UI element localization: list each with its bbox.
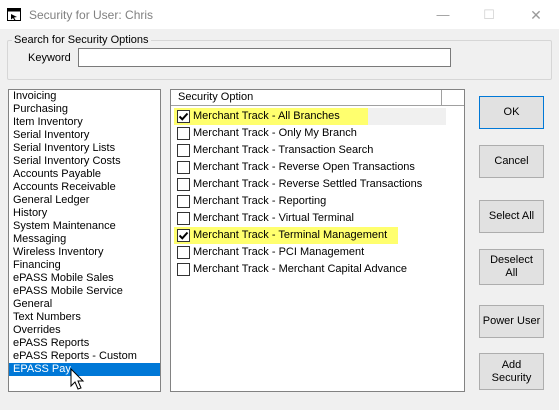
category-item[interactable]: Accounts Receivable xyxy=(9,181,160,194)
cancel-button[interactable]: Cancel xyxy=(479,145,544,178)
category-item[interactable]: Wireless Inventory xyxy=(9,246,160,259)
ok-button-label: OK xyxy=(503,106,520,118)
power-user-button-label: Power User xyxy=(482,315,541,327)
option-checkbox[interactable] xyxy=(177,110,190,123)
add-security-label-line2: Security xyxy=(491,371,532,384)
option-label: Merchant Track - Only My Branch xyxy=(193,127,357,139)
mouse-cursor-icon xyxy=(70,368,85,390)
option-checkbox[interactable] xyxy=(177,161,190,174)
option-checkbox[interactable] xyxy=(177,263,190,276)
category-item[interactable]: Serial Inventory Costs xyxy=(9,155,160,168)
checkmark-icon xyxy=(178,112,189,121)
option-label: Merchant Track - Reporting xyxy=(193,195,327,207)
security-option-row[interactable]: Merchant Track - Reverse Open Transactio… xyxy=(171,159,464,176)
option-label: Merchant Track - Reverse Open Transactio… xyxy=(193,161,415,173)
deselect-all-label-line1: Deselect xyxy=(490,254,533,266)
add-security-label-line1: Add xyxy=(501,358,522,371)
security-option-row[interactable]: Merchant Track - Reporting xyxy=(171,193,464,210)
category-item[interactable]: Overrides xyxy=(9,324,160,337)
deselect-all-label-line2: All xyxy=(505,267,518,279)
category-item[interactable]: Financing xyxy=(9,259,160,272)
category-item[interactable]: ePASS Mobile Service xyxy=(9,285,160,298)
category-list[interactable]: Invoicing Purchasing Item Inventory Serial … xyxy=(8,89,161,392)
security-option-row[interactable]: Merchant Track - All Branches xyxy=(171,108,464,125)
option-label: Merchant Track - Virtual Terminal xyxy=(193,212,354,224)
app-icon xyxy=(7,8,21,21)
extra-column-header[interactable] xyxy=(443,90,464,105)
category-item[interactable]: Item Inventory xyxy=(9,116,160,129)
security-option-row[interactable]: Merchant Track - Terminal Management xyxy=(171,227,464,244)
power-user-button[interactable]: Power User xyxy=(479,305,544,338)
category-item[interactable]: ePASS Reports xyxy=(9,337,160,350)
select-all-button[interactable]: Select All xyxy=(479,200,544,233)
security-option-list[interactable]: Security Option Merchant Track - All Bra… xyxy=(170,89,465,392)
option-label: Merchant Track - Reverse Settled Transac… xyxy=(193,178,423,190)
option-checkbox[interactable] xyxy=(177,195,190,208)
select-all-button-label: Select All xyxy=(488,210,535,222)
add-security-button[interactable]: Add Security xyxy=(479,353,544,390)
option-list-header: Security Option xyxy=(171,90,464,106)
option-label: Merchant Track - All Branches xyxy=(193,110,340,122)
option-label: Merchant Track - Transaction Search xyxy=(193,144,374,156)
option-checkbox[interactable] xyxy=(177,212,190,225)
category-item[interactable]: Text Numbers xyxy=(9,311,160,324)
category-item[interactable]: General xyxy=(9,298,160,311)
keyword-label: Keyword xyxy=(28,52,71,64)
category-item[interactable]: Invoicing xyxy=(9,90,160,103)
deselect-all-button[interactable]: Deselect All xyxy=(479,249,544,285)
category-item[interactable]: Serial Inventory Lists xyxy=(9,142,160,155)
option-checkbox[interactable] xyxy=(177,178,190,191)
security-option-row[interactable]: Merchant Track - Merchant Capital Advanc… xyxy=(171,261,464,278)
maximize-button[interactable]: ☐ xyxy=(466,0,512,30)
security-option-row[interactable]: Merchant Track - Reverse Settled Transac… xyxy=(171,176,464,193)
category-item[interactable]: Messaging xyxy=(9,233,160,246)
category-item[interactable]: General Ledger xyxy=(9,194,160,207)
checkmark-icon xyxy=(178,231,189,240)
option-label: Merchant Track - Terminal Management xyxy=(193,229,388,241)
category-item[interactable]: History xyxy=(9,207,160,220)
category-item[interactable]: ePASS Mobile Sales xyxy=(9,272,160,285)
window-title: Security for User: Chris xyxy=(29,8,154,22)
search-group-label: Search for Security Options xyxy=(14,34,149,46)
security-option-row[interactable]: Merchant Track - Only My Branch xyxy=(171,125,464,142)
option-checkbox[interactable] xyxy=(177,229,190,242)
ok-button[interactable]: OK xyxy=(479,96,544,129)
category-item[interactable]: System Maintenance xyxy=(9,220,160,233)
minimize-button[interactable]: — xyxy=(420,0,466,30)
category-item[interactable]: Serial Inventory xyxy=(9,129,160,142)
cancel-button-label: Cancel xyxy=(494,155,529,167)
close-button[interactable]: ✕ xyxy=(513,0,559,30)
category-item[interactable]: ePASS Reports - Custom xyxy=(9,350,160,363)
category-item[interactable]: Purchasing xyxy=(9,103,160,116)
security-option-column-header[interactable]: Security Option xyxy=(171,90,442,105)
option-checkbox[interactable] xyxy=(177,127,190,140)
option-checkbox[interactable] xyxy=(177,144,190,157)
security-option-row[interactable]: Merchant Track - Transaction Search xyxy=(171,142,464,159)
option-checkbox[interactable] xyxy=(177,246,190,259)
category-item[interactable]: Accounts Payable xyxy=(9,168,160,181)
option-label: Merchant Track - PCI Management xyxy=(193,246,365,258)
keyword-input[interactable] xyxy=(78,48,451,67)
title-bar: Security for User: Chris — ☐ ✕ xyxy=(0,0,559,30)
security-option-row[interactable]: Merchant Track - Virtual Terminal xyxy=(171,210,464,227)
security-option-row[interactable]: Merchant Track - PCI Management xyxy=(171,244,464,261)
option-label: Merchant Track - Merchant Capital Advanc… xyxy=(193,263,407,275)
